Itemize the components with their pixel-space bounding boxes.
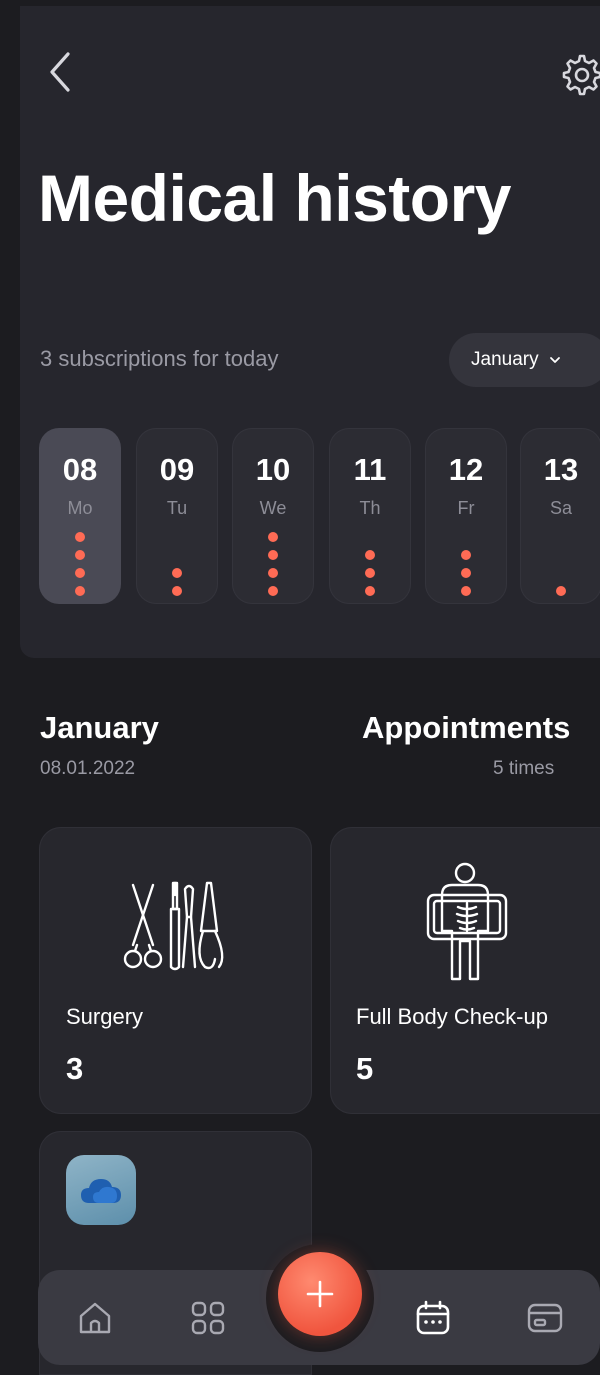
back-button[interactable] [40,48,80,96]
day-name: Sa [549,498,573,518]
day-name: Mo [67,498,93,518]
appointment-dot [365,550,375,560]
subscriptions-count-text: 3 subscriptions for today [40,346,279,371]
appointment-dot [365,568,375,578]
body-xray-icon [426,862,508,981]
appointment-dot [268,550,278,560]
surgical-tools-icon [123,881,224,971]
appointments-heading: Appointments [362,710,571,745]
appointment-dot [75,568,85,578]
day-card-13[interactable]: 13 Sa [520,428,600,604]
day-name: Fr [457,498,475,518]
nav-home-button[interactable] [75,1298,115,1338]
appointments-count: 5 times [493,758,555,779]
day-card-11[interactable]: 11 Th [329,428,411,604]
category-label: Surgery [66,1004,144,1029]
category-value: 5 [356,1051,374,1086]
day-card-08[interactable]: 08 Mo [39,428,121,604]
cloud-icon [81,1179,121,1203]
cloud-app-icon [66,1155,136,1225]
day-number: 08 [62,452,98,487]
appointment-dot [461,586,471,596]
appointment-dot [75,586,85,596]
month-select[interactable]: January [449,333,600,387]
day-number: 13 [543,452,579,487]
month-heading: January [40,710,159,745]
add-button[interactable] [278,1252,362,1336]
chevron-left-icon [50,52,70,92]
day-number: 10 [255,452,291,487]
day-number: 09 [159,452,195,487]
day-card-12[interactable]: 12 Fr [425,428,507,604]
appointment-dot [268,532,278,542]
appointment-dot [268,586,278,596]
appointment-dot [461,568,471,578]
category-value: 3 [66,1051,84,1086]
appointment-dot [75,532,85,542]
chevron-down-icon [549,357,560,363]
calendar-icon [416,1300,450,1335]
selected-date: 08.01.2022 [40,758,136,779]
nav-calendar-button[interactable] [413,1298,453,1338]
appointment-dot [172,568,182,578]
medical-history-screen: Medical history 3 subscriptions for toda… [0,0,600,1375]
wallet-icon [527,1303,563,1333]
grid-icon [191,1301,225,1335]
appointment-dot [365,586,375,596]
nav-grid-button[interactable] [188,1298,228,1338]
appointment-dot [556,586,566,596]
full-body-checkup-card[interactable]: Full Body Check-up 5 [330,827,600,1114]
nav-wallet-button[interactable] [525,1298,565,1338]
appointment-dot [172,586,182,596]
surgery-card[interactable]: Surgery 3 [39,827,312,1114]
day-number: 12 [448,452,484,487]
day-name: Th [359,498,381,518]
home-icon [79,1302,111,1334]
category-label: Full Body Check-up [356,1004,548,1029]
settings-button[interactable] [558,52,600,96]
gear-icon [562,54,600,96]
day-name: We [259,498,287,518]
month-select-value: January [471,349,539,370]
page-title: Medical history [38,161,511,235]
day-card-10[interactable]: 10 We [232,428,314,604]
appointment-dot [461,550,471,560]
plus-icon [306,1280,334,1308]
day-card-09[interactable]: 09 Tu [136,428,218,604]
appointment-dot [268,568,278,578]
day-number: 11 [353,452,387,487]
day-name: Tu [166,498,188,518]
appointment-dot [75,550,85,560]
